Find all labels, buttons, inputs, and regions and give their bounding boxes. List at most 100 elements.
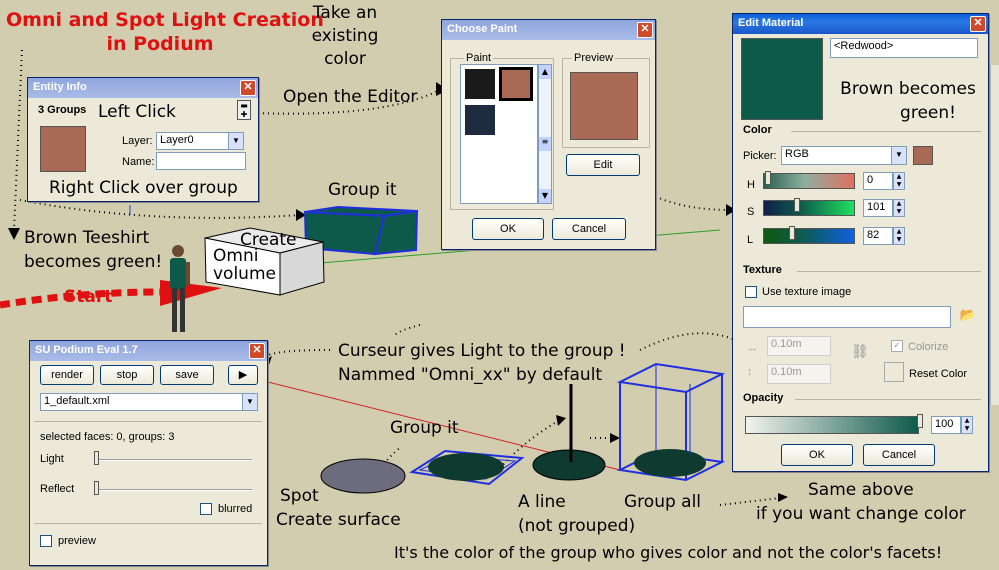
picker-select[interactable]: RGB ▼: [781, 146, 907, 165]
texture-path-field[interactable]: [743, 306, 951, 328]
side-scrollbar[interactable]: [990, 65, 999, 405]
h-spinner[interactable]: ▲ ▼: [893, 172, 905, 190]
start-label: Start: [64, 287, 113, 307]
material-swatch[interactable]: [40, 126, 86, 172]
chevron-down-icon[interactable]: ▼: [228, 133, 243, 149]
brown-becomes-line1: Brown becomes: [840, 79, 976, 99]
paint-scrollbar[interactable]: ▲ ≡ ▼: [538, 64, 552, 204]
dotted-curve-podium: [264, 349, 331, 361]
dotted-arrowhead-spot-2: [556, 415, 566, 426]
render-button[interactable]: render: [40, 365, 94, 385]
light-thumb[interactable]: [94, 451, 99, 465]
brown-teeshirt-line1: Brown Teeshirt: [24, 228, 150, 248]
texture-height-field[interactable]: 0.10m: [767, 364, 831, 384]
opacity-slider[interactable]: [745, 416, 919, 434]
material-preview: [741, 38, 823, 120]
opacity-spinner[interactable]: ▲ ▼: [961, 416, 973, 434]
reflect-slider[interactable]: [96, 489, 252, 491]
paint-list[interactable]: [460, 64, 538, 204]
take-existing-line1: Take an: [312, 3, 378, 23]
a-line-note: A line (not grouped): [518, 490, 635, 538]
choose-paint-titlebar[interactable]: Choose Paint ✕: [442, 20, 655, 40]
entity-info-titlebar[interactable]: Entity Info ✕: [28, 78, 258, 98]
preset-select[interactable]: 1_default.xml ▼: [40, 393, 258, 411]
podium-window: SU Podium Eval 1.7 ✕ render stop save ▶ …: [29, 340, 268, 566]
saturation-slider[interactable]: [763, 200, 855, 216]
blurred-checkbox[interactable]: [200, 503, 212, 515]
save-button[interactable]: save: [160, 365, 214, 385]
hue-slider[interactable]: [763, 173, 855, 189]
same-above-line1: Same above: [807, 480, 914, 500]
scroll-thumb[interactable]: ≡: [539, 137, 551, 151]
chevron-down-icon[interactable]: ▼: [891, 147, 906, 164]
color-separator: [791, 131, 981, 132]
chain-link-icon[interactable]: ⛓: [851, 344, 869, 376]
paint-swatch-black[interactable]: [465, 69, 495, 99]
h-label: H: [747, 179, 755, 191]
open-editor-note: Open the Editor: [283, 87, 418, 107]
ok-button[interactable]: OK: [472, 218, 544, 240]
light-slider[interactable]: [96, 459, 252, 461]
material-name-field[interactable]: <Redwood>: [830, 38, 978, 58]
podium-titlebar[interactable]: SU Podium Eval 1.7 ✕: [30, 341, 267, 361]
preview-swatch: [570, 72, 638, 140]
group-all-note: Group all: [624, 492, 702, 512]
curseur-line2: Nammed "Omni_xx" by default: [338, 365, 603, 385]
opacity-separator: [795, 399, 981, 400]
name-label: Name:: [122, 156, 155, 168]
close-icon[interactable]: ✕: [637, 22, 653, 38]
brown-teeshirt-note: Brown Teeshirt becomes green!: [24, 226, 162, 274]
h-field[interactable]: 0: [863, 172, 893, 190]
l-field[interactable]: 82: [863, 227, 893, 245]
podium-separator-1: [34, 421, 262, 422]
expand-icon[interactable]: ▬ ✚: [237, 100, 251, 120]
width-arrow-icon: ↔: [747, 342, 758, 354]
preview-label: preview: [58, 535, 96, 547]
omni-volume-line2: volume: [213, 264, 276, 284]
height-arrow-icon: ↕: [747, 366, 753, 378]
saturation-thumb[interactable]: [794, 198, 800, 212]
use-texture-checkbox[interactable]: [745, 286, 757, 298]
name-field[interactable]: [156, 152, 246, 170]
cancel-button[interactable]: Cancel: [863, 444, 935, 466]
hue-thumb[interactable]: [765, 171, 771, 185]
l-spinner[interactable]: ▲ ▼: [893, 227, 905, 245]
s-spinner[interactable]: ▲ ▼: [893, 199, 905, 217]
folder-icon[interactable]: 📂: [959, 308, 977, 326]
edit-material-titlebar[interactable]: Edit Material ✕: [733, 14, 988, 34]
paint-swatch-brown[interactable]: [499, 67, 533, 101]
reset-color-swatch[interactable]: [884, 362, 904, 382]
a-line-line2: (not grouped): [518, 516, 636, 536]
cancel-button[interactable]: Cancel: [552, 218, 626, 240]
close-icon[interactable]: ✕: [240, 80, 256, 96]
s-field[interactable]: 101: [863, 199, 893, 217]
texture-width-field[interactable]: 0.10m: [767, 336, 831, 356]
take-existing-color-note: Take an existing color: [310, 2, 380, 71]
edit-button[interactable]: Edit: [566, 154, 640, 176]
paint-swatch-navy[interactable]: [465, 105, 495, 135]
close-icon[interactable]: ✕: [970, 16, 986, 32]
color-swatch-small[interactable]: [913, 146, 933, 165]
scroll-down-icon[interactable]: ▼: [539, 189, 551, 203]
preview-checkbox[interactable]: [40, 535, 52, 547]
scroll-up-icon[interactable]: ▲: [539, 65, 551, 79]
reflect-thumb[interactable]: [94, 481, 99, 495]
luminance-thumb[interactable]: [789, 226, 795, 240]
close-icon[interactable]: ✕: [249, 343, 265, 359]
brown-becomes-line2: green!: [900, 103, 956, 123]
opacity-thumb[interactable]: [917, 414, 923, 428]
play-icon[interactable]: ▶: [228, 365, 258, 385]
layer-select[interactable]: Layer0 ▼: [156, 132, 244, 150]
podium-separator-2: [34, 523, 262, 524]
edit-material-window: Edit Material ✕ <Redwood> Brown becomes …: [732, 13, 989, 472]
colorize-checkbox[interactable]: ✓: [891, 340, 903, 352]
ok-button[interactable]: OK: [781, 444, 853, 466]
left-click-note: Left Click: [98, 102, 176, 122]
dotted-curve-curseur: [394, 324, 421, 336]
stop-button[interactable]: stop: [100, 365, 154, 385]
spot-note: Spot Create surface: [276, 484, 401, 532]
opacity-field[interactable]: 100: [931, 416, 961, 434]
reset-color-label[interactable]: Reset Color: [909, 368, 967, 380]
chevron-down-icon[interactable]: ▼: [242, 394, 257, 410]
luminance-slider[interactable]: [763, 228, 855, 244]
